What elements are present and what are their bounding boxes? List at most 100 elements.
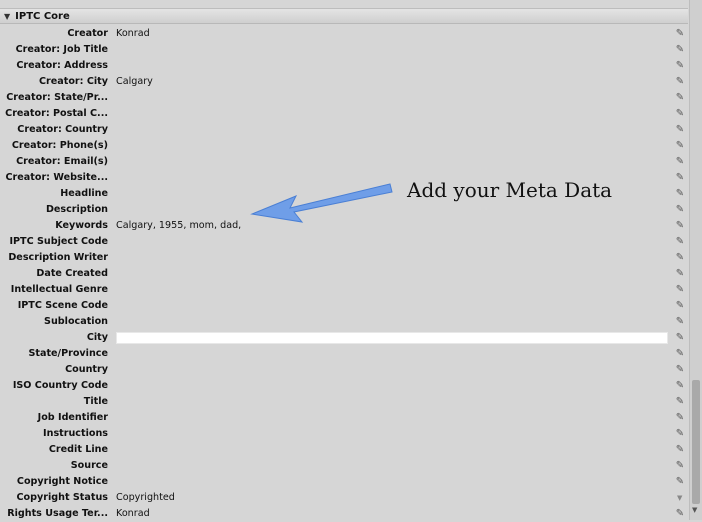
- edit-pencil-icon[interactable]: ✎: [674, 426, 686, 442]
- field-label: Country: [65, 364, 108, 375]
- scroll-down-arrow-icon[interactable]: ▼: [692, 506, 697, 514]
- field-label: Creator: Postal C...: [5, 108, 108, 119]
- field-label: Creator: Email(s): [16, 156, 108, 167]
- row-creator: Creator Konrad ✎: [0, 26, 688, 42]
- field-label: Creator: City: [38, 76, 108, 87]
- edit-pencil-icon[interactable]: ✎: [674, 58, 686, 74]
- annotation-arrow-icon: [250, 183, 393, 223]
- field-label: Credit Line: [48, 444, 108, 455]
- row-creator-job-title: Creator: Job Title ✎: [0, 42, 688, 58]
- row-copyright-status: Copyright Status Copyrighted ▼: [0, 490, 688, 506]
- edit-pencil-icon[interactable]: ✎: [674, 442, 686, 458]
- edit-pencil-icon[interactable]: ✎: [674, 90, 686, 106]
- edit-pencil-icon[interactable]: ✎: [674, 298, 686, 314]
- row-creator-city: Creator: City Calgary ✎: [0, 74, 688, 90]
- edit-pencil-icon[interactable]: ✎: [674, 266, 686, 282]
- field-label: Sublocation: [44, 316, 108, 327]
- field-label: Creator: Country: [17, 124, 108, 135]
- row-state-province: State/Province ✎: [0, 346, 688, 362]
- field-label: Creator: Phone(s): [11, 140, 108, 151]
- section-title: IPTC Core: [15, 10, 70, 22]
- field-label: Title: [83, 396, 108, 407]
- row-instructions: Instructions ✎: [0, 426, 688, 442]
- field-label: ISO Country Code: [12, 380, 108, 391]
- copyright-status-select[interactable]: Copyrighted: [116, 490, 668, 506]
- row-source: Source ✎: [0, 458, 688, 474]
- vertical-scrollbar[interactable]: ▼: [689, 0, 702, 520]
- row-creator-email: Creator: Email(s) ✎: [0, 154, 688, 170]
- field-label: Date Created: [36, 268, 108, 279]
- row-description-writer: Description Writer ✎: [0, 250, 688, 266]
- edit-pencil-icon[interactable]: ✎: [674, 330, 686, 346]
- field-label: Copyright Notice: [16, 476, 108, 487]
- row-creator-postal-code: Creator: Postal C... ✎: [0, 106, 688, 122]
- row-credit-line: Credit Line ✎: [0, 442, 688, 458]
- edit-pencil-icon[interactable]: ✎: [674, 122, 686, 138]
- collapse-triangle-icon[interactable]: ▼: [4, 12, 10, 21]
- row-job-identifier: Job Identifier ✎: [0, 410, 688, 426]
- row-date-created: Date Created ✎: [0, 266, 688, 282]
- iptc-core-section-header[interactable]: ▼ IPTC Core: [0, 8, 688, 24]
- edit-pencil-icon[interactable]: ✎: [674, 186, 686, 202]
- field-label: Creator: Job Title: [15, 44, 108, 55]
- city-input-field[interactable]: [116, 332, 668, 344]
- edit-pencil-icon[interactable]: ✎: [674, 378, 686, 394]
- row-iptc-scene-code: IPTC Scene Code ✎: [0, 298, 688, 314]
- edit-pencil-icon[interactable]: ✎: [674, 458, 686, 474]
- row-creator-phone: Creator: Phone(s) ✎: [0, 138, 688, 154]
- edit-pencil-icon[interactable]: ✎: [674, 346, 686, 362]
- row-title: Title ✎: [0, 394, 688, 410]
- row-sublocation: Sublocation ✎: [0, 314, 688, 330]
- edit-pencil-icon[interactable]: ✎: [674, 74, 686, 90]
- field-label: IPTC Subject Code: [9, 236, 108, 247]
- row-city: City ✎: [0, 330, 688, 346]
- row-iso-country-code: ISO Country Code ✎: [0, 378, 688, 394]
- row-creator-address: Creator: Address ✎: [0, 58, 688, 74]
- edit-pencil-icon[interactable]: ✎: [674, 42, 686, 58]
- row-country: Country ✎: [0, 362, 688, 378]
- field-label: Creator: Address: [16, 60, 108, 71]
- field-label: Creator: [67, 28, 108, 39]
- edit-pencil-icon[interactable]: ✎: [674, 314, 686, 330]
- field-label: State/Province: [28, 348, 109, 359]
- metadata-panel: ▼ IPTC Core Creator Konrad ✎ Creator: Jo…: [0, 0, 688, 520]
- metadata-rows: Creator Konrad ✎ Creator: Job Title ✎ Cr…: [0, 26, 688, 522]
- field-label: Intellectual Genre: [10, 284, 108, 295]
- scrollbar-thumb[interactable]: [692, 380, 700, 504]
- edit-pencil-icon[interactable]: ✎: [674, 250, 686, 266]
- field-label: IPTC Scene Code: [17, 300, 108, 311]
- edit-pencil-icon[interactable]: ✎: [674, 154, 686, 170]
- field-label: Headline: [60, 188, 108, 199]
- edit-pencil-icon[interactable]: ✎: [674, 26, 686, 42]
- field-label: Description: [45, 204, 108, 215]
- field-label: Source: [70, 460, 108, 471]
- field-value[interactable]: Calgary: [116, 74, 668, 90]
- edit-pencil-icon[interactable]: ✎: [674, 282, 686, 298]
- edit-pencil-icon[interactable]: ✎: [674, 202, 686, 218]
- edit-pencil-icon[interactable]: ✎: [674, 234, 686, 250]
- edit-pencil-icon[interactable]: ✎: [674, 410, 686, 426]
- field-label: Description Writer: [8, 252, 108, 263]
- field-label: Copyright Status: [16, 492, 109, 503]
- edit-pencil-icon[interactable]: ✎: [674, 138, 686, 154]
- edit-pencil-icon[interactable]: ✎: [674, 106, 686, 122]
- row-creator-country: Creator: Country ✎: [0, 122, 688, 138]
- annotation-text: Add your Meta Data: [407, 178, 613, 202]
- row-copyright-notice: Copyright Notice ✎: [0, 474, 688, 490]
- field-label: City: [86, 332, 108, 343]
- field-label: Creator: State/Pr...: [6, 92, 108, 103]
- field-label: Creator: Website...: [5, 172, 108, 183]
- edit-pencil-icon[interactable]: ✎: [674, 170, 686, 186]
- row-creator-state: Creator: State/Pr... ✎: [0, 90, 688, 106]
- edit-pencil-icon[interactable]: ✎: [674, 218, 686, 234]
- edit-pencil-icon[interactable]: ✎: [674, 362, 686, 378]
- edit-pencil-icon[interactable]: ✎: [674, 394, 686, 410]
- field-label: Instructions: [43, 428, 108, 439]
- field-label: Job Identifier: [37, 412, 108, 423]
- field-label: Keywords: [55, 220, 108, 231]
- dropdown-arrow-icon[interactable]: ▼: [677, 490, 682, 506]
- edit-pencil-icon[interactable]: ✎: [674, 474, 686, 490]
- row-intellectual-genre: Intellectual Genre ✎: [0, 282, 688, 298]
- field-value[interactable]: Konrad: [116, 26, 668, 42]
- row-iptc-subject-code: IPTC Subject Code ✎: [0, 234, 688, 250]
